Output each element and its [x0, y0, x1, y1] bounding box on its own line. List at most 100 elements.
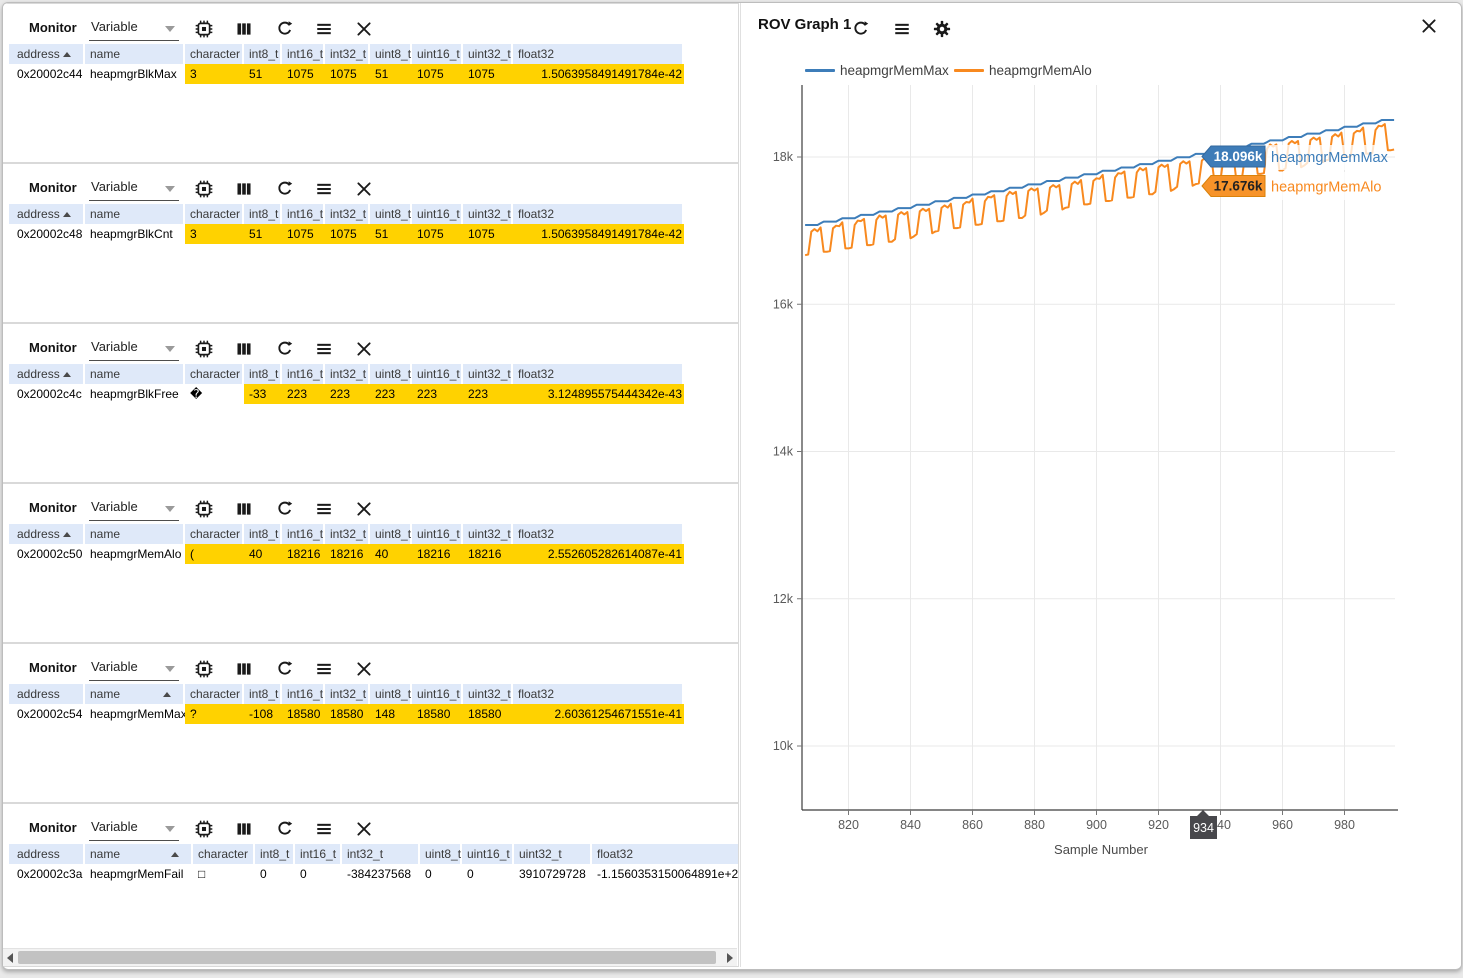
device-icon[interactable]	[195, 180, 213, 198]
column-header-int32_t[interactable]: int32_t	[325, 44, 368, 64]
column-header-int16_t[interactable]: int16_t	[282, 204, 323, 224]
column-header-int8_t[interactable]: int8_t	[244, 44, 280, 64]
close-icon[interactable]	[355, 340, 373, 358]
close-icon[interactable]	[355, 180, 373, 198]
column-header-uint32_t[interactable]: uint32_t	[463, 204, 511, 224]
columns-icon[interactable]	[235, 20, 253, 38]
refresh-icon[interactable]	[275, 20, 293, 38]
column-header-uint32_t[interactable]: uint32_t	[514, 844, 590, 864]
column-header-int32_t[interactable]: int32_t	[325, 364, 368, 384]
column-header-float32[interactable]: float32	[513, 524, 682, 544]
columns-icon[interactable]	[235, 500, 253, 518]
table-row[interactable]: 0x20002c44heapmgrBlkMax35110751075511075…	[3, 64, 739, 84]
scroll-right-icon[interactable]	[727, 953, 733, 963]
columns-icon[interactable]	[235, 340, 253, 358]
column-header-uint8_t[interactable]: uint8_t	[370, 684, 410, 704]
column-header-uint16_t[interactable]: uint16_t	[412, 684, 461, 704]
variable-type-dropdown[interactable]: Variable	[89, 816, 179, 841]
column-header-float32[interactable]: float32	[513, 204, 682, 224]
menu-icon[interactable]	[315, 820, 333, 838]
column-header-address[interactable]: address	[9, 204, 83, 224]
refresh-icon[interactable]	[275, 180, 293, 198]
column-header-address[interactable]: address	[9, 684, 83, 704]
menu-icon[interactable]	[315, 180, 333, 198]
column-header-address[interactable]: address	[9, 524, 83, 544]
column-header-int8_t[interactable]: int8_t	[244, 204, 280, 224]
column-header-int32_t[interactable]: int32_t	[342, 844, 418, 864]
variable-type-dropdown[interactable]: Variable	[89, 16, 179, 41]
table-row[interactable]: 0x20002c3aheapmgrMemFail□00-384237568003…	[3, 864, 739, 884]
refresh-icon[interactable]	[275, 340, 293, 358]
column-header-int16_t[interactable]: int16_t	[282, 524, 323, 544]
column-header-uint32_t[interactable]: uint32_t	[463, 44, 511, 64]
column-header-name[interactable]: name	[85, 524, 183, 544]
device-icon[interactable]	[195, 820, 213, 838]
column-header-uint16_t[interactable]: uint16_t	[412, 204, 461, 224]
refresh-icon[interactable]	[275, 820, 293, 838]
menu-icon[interactable]	[315, 660, 333, 678]
device-icon[interactable]	[195, 500, 213, 518]
scrollbar-thumb[interactable]	[18, 951, 716, 964]
scroll-left-icon[interactable]	[7, 953, 13, 963]
device-icon[interactable]	[195, 660, 213, 678]
column-header-character[interactable]: character	[185, 44, 242, 64]
refresh-icon[interactable]	[275, 500, 293, 518]
column-header-character[interactable]: character	[185, 204, 242, 224]
device-icon[interactable]	[195, 340, 213, 358]
column-header-uint32_t[interactable]: uint32_t	[463, 524, 511, 544]
column-header-address[interactable]: address	[9, 844, 83, 864]
variable-type-dropdown[interactable]: Variable	[89, 336, 179, 361]
menu-icon[interactable]	[315, 20, 333, 38]
column-header-int32_t[interactable]: int32_t	[325, 524, 368, 544]
column-header-character[interactable]: character	[185, 524, 242, 544]
column-header-uint16_t[interactable]: uint16_t	[412, 524, 461, 544]
table-row[interactable]: 0x20002c50heapmgrMemAlo(4018216182164018…	[3, 544, 739, 564]
column-header-float32[interactable]: float32	[513, 44, 682, 64]
column-header-name[interactable]: name	[85, 684, 183, 704]
variable-type-dropdown[interactable]: Variable	[89, 656, 179, 681]
column-header-int8_t[interactable]: int8_t	[244, 524, 280, 544]
column-header-uint8_t[interactable]: uint8_t	[420, 844, 460, 864]
close-icon[interactable]	[355, 660, 373, 678]
columns-icon[interactable]	[235, 820, 253, 838]
menu-icon[interactable]	[315, 340, 333, 358]
column-header-uint8_t[interactable]: uint8_t	[370, 524, 410, 544]
device-icon[interactable]	[195, 20, 213, 38]
column-header-int8_t[interactable]: int8_t	[244, 364, 280, 384]
close-icon[interactable]	[355, 20, 373, 38]
table-row[interactable]: 0x20002c4cheapmgrBlkFree�-33223223223223…	[3, 384, 739, 404]
column-header-name[interactable]: name	[85, 844, 191, 864]
column-header-uint16_t[interactable]: uint16_t	[412, 44, 461, 64]
column-header-uint8_t[interactable]: uint8_t	[370, 204, 410, 224]
variable-type-dropdown[interactable]: Variable	[89, 496, 179, 521]
column-header-uint16_t[interactable]: uint16_t	[462, 844, 512, 864]
column-header-uint8_t[interactable]: uint8_t	[370, 44, 410, 64]
column-header-int16_t[interactable]: int16_t	[282, 684, 323, 704]
column-header-float32[interactable]: float32	[513, 684, 682, 704]
column-header-name[interactable]: name	[85, 204, 183, 224]
column-header-float32[interactable]: float32	[513, 364, 682, 384]
chart-area[interactable]: 82084086088090092094096098010k12k14k16k1…	[741, 3, 1462, 903]
variable-type-dropdown[interactable]: Variable	[89, 176, 179, 201]
close-icon[interactable]	[355, 820, 373, 838]
column-header-int32_t[interactable]: int32_t	[325, 204, 368, 224]
column-header-address[interactable]: address	[9, 44, 83, 64]
column-header-uint32_t[interactable]: uint32_t	[463, 684, 511, 704]
column-header-int16_t[interactable]: int16_t	[282, 364, 323, 384]
column-header-int8_t[interactable]: int8_t	[255, 844, 293, 864]
table-row[interactable]: 0x20002c48heapmgrBlkCnt35110751075511075…	[3, 224, 739, 244]
column-header-int16_t[interactable]: int16_t	[282, 44, 323, 64]
column-header-int32_t[interactable]: int32_t	[325, 684, 368, 704]
column-header-character[interactable]: character	[185, 364, 242, 384]
horizontal-scrollbar[interactable]	[3, 948, 737, 966]
column-header-name[interactable]: name	[85, 364, 183, 384]
column-header-name[interactable]: name	[85, 44, 183, 64]
column-header-uint8_t[interactable]: uint8_t	[370, 364, 410, 384]
column-header-int16_t[interactable]: int16_t	[295, 844, 340, 864]
close-icon[interactable]	[355, 500, 373, 518]
column-header-uint32_t[interactable]: uint32_t	[463, 364, 511, 384]
column-header-float32[interactable]: float32	[592, 844, 738, 864]
column-header-character[interactable]: character	[193, 844, 253, 864]
columns-icon[interactable]	[235, 180, 253, 198]
column-header-character[interactable]: character	[185, 684, 242, 704]
